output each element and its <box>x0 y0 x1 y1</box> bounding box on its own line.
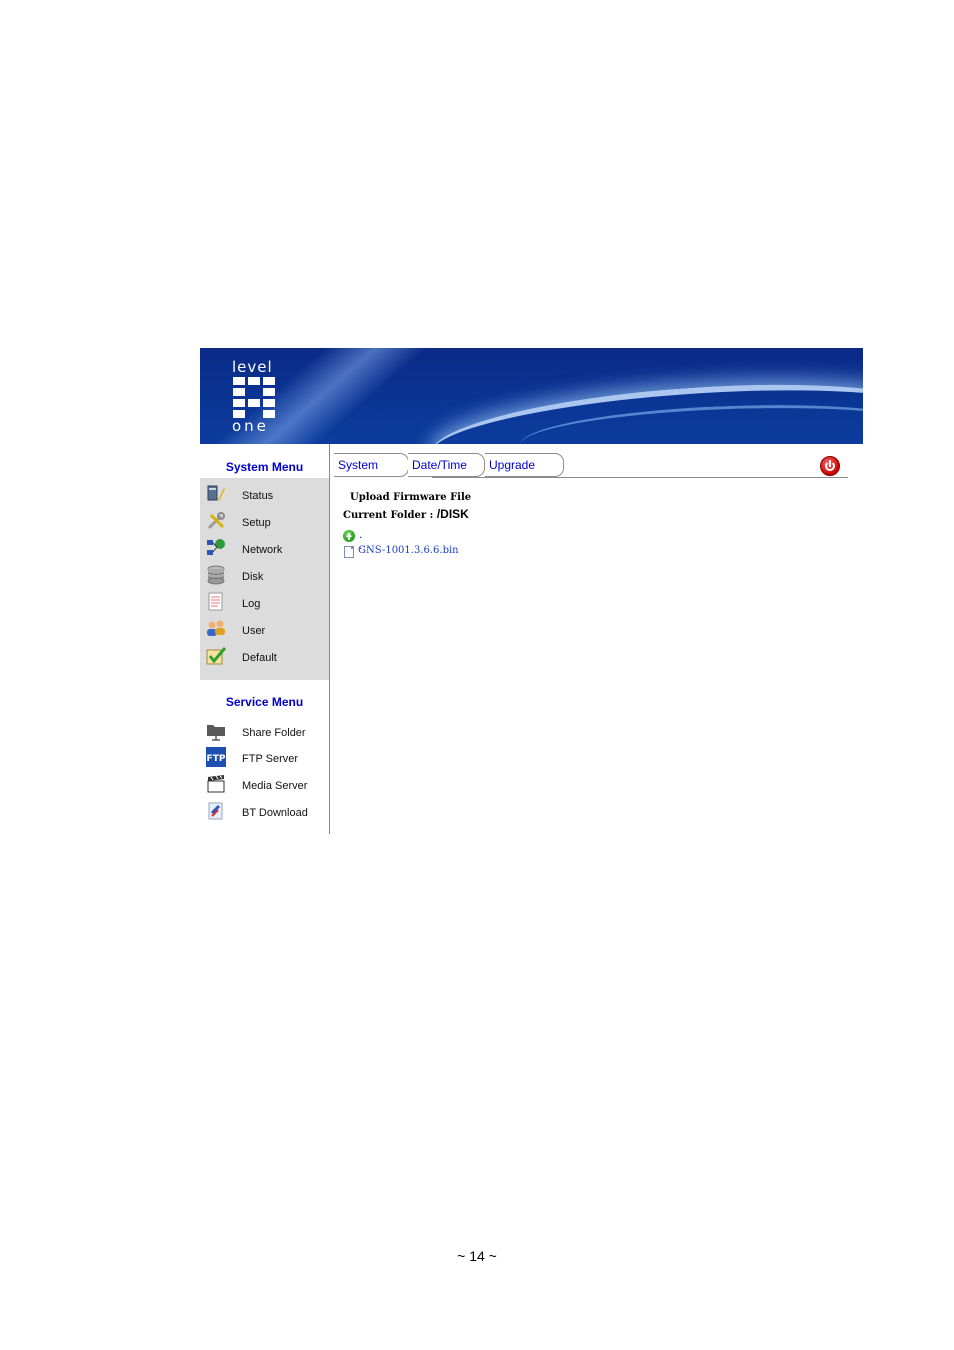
logo-text-bottom: one <box>232 417 269 435</box>
sidebar-item-default[interactable]: Default <box>206 646 326 670</box>
tab-label: Date/Time <box>412 458 467 472</box>
share-folder-icon <box>207 725 225 741</box>
header-banner: level one <box>200 348 863 444</box>
nas-admin-screenshot: level one System Menu Status Setup Netwo… <box>200 348 863 834</box>
levelone-logo: level one <box>232 360 280 436</box>
svg-text:FTP: FTP <box>207 754 226 764</box>
sidebar-item-label: Disk <box>242 571 264 583</box>
sidebar-item-label: Status <box>242 490 274 502</box>
media-server-icon <box>207 775 225 793</box>
logo-grid-icon <box>233 377 280 418</box>
bt-download-icon <box>208 802 223 820</box>
ftp-icon: FTP <box>206 747 226 767</box>
sidebar-item-label: Share Folder <box>242 727 306 739</box>
sidebar-item-label: Media Server <box>242 780 308 792</box>
tab-date-time[interactable]: Date/Time <box>408 453 485 477</box>
sidebar-item-network[interactable]: Network <box>206 538 326 562</box>
default-icon <box>206 647 226 665</box>
main-content: System Date/Time Upgrade Upload Firmware… <box>330 444 863 834</box>
sidebar-item-setup[interactable]: Setup <box>206 511 326 535</box>
system-menu: Status Setup Network Disk Log User Defau… <box>200 478 329 680</box>
log-icon <box>208 592 223 611</box>
setup-icon <box>207 512 225 530</box>
logo-text-top: level <box>232 358 273 376</box>
sidebar-item-user[interactable]: User <box>206 619 326 643</box>
sidebar-item-label: User <box>242 625 266 637</box>
tab-upgrade[interactable]: Upgrade <box>485 453 564 477</box>
page-title: Upload Firmware File <box>350 492 472 503</box>
sidebar-item-media-server[interactable]: Media Server <box>206 774 326 798</box>
tab-system[interactable]: System <box>334 453 409 477</box>
tab-label: System <box>338 458 379 472</box>
network-icon <box>207 539 225 555</box>
page-number: ~ 14 ~ <box>457 1248 497 1264</box>
sidebar-item-label: Default <box>242 652 277 664</box>
tab-divider <box>432 477 848 478</box>
sidebar-item-label: BT Download <box>242 807 308 819</box>
tab-bar: System Date/Time Upgrade <box>332 453 848 478</box>
sidebar-item-ftp-server[interactable]: FTP FTP Server <box>206 747 326 771</box>
disk-icon <box>207 565 225 585</box>
power-icon[interactable] <box>820 456 840 476</box>
sidebar-item-share-folder[interactable]: Share Folder <box>206 721 326 745</box>
sidebar-item-label: Log <box>242 598 261 610</box>
sidebar: System Menu Status Setup Network Disk Lo… <box>200 444 330 834</box>
sidebar-item-log[interactable]: Log <box>206 592 326 616</box>
tab-label: Upgrade <box>489 458 536 472</box>
sidebar-item-status[interactable]: Status <box>206 484 326 508</box>
sidebar-item-label: Setup <box>242 517 271 529</box>
sidebar-item-label: Network <box>242 544 283 556</box>
user-icon <box>207 620 225 636</box>
firmware-file-name: GNS-1001.3.6.6.bin <box>358 545 459 556</box>
system-menu-title: System Menu <box>225 460 304 474</box>
sidebar-item-label: FTP Server <box>242 753 299 765</box>
sidebar-item-bt-download[interactable]: BT Download <box>206 801 326 825</box>
service-menu-title: Service Menu <box>225 695 304 709</box>
current-folder-label: Current Folder : <box>343 510 434 521</box>
up-arrow-icon <box>343 530 355 542</box>
current-folder: Current Folder : /DISK <box>343 507 469 521</box>
current-folder-path: /DISK <box>436 507 469 521</box>
status-icon <box>207 485 225 501</box>
file-icon <box>344 546 354 558</box>
sidebar-item-disk[interactable]: Disk <box>206 565 326 589</box>
